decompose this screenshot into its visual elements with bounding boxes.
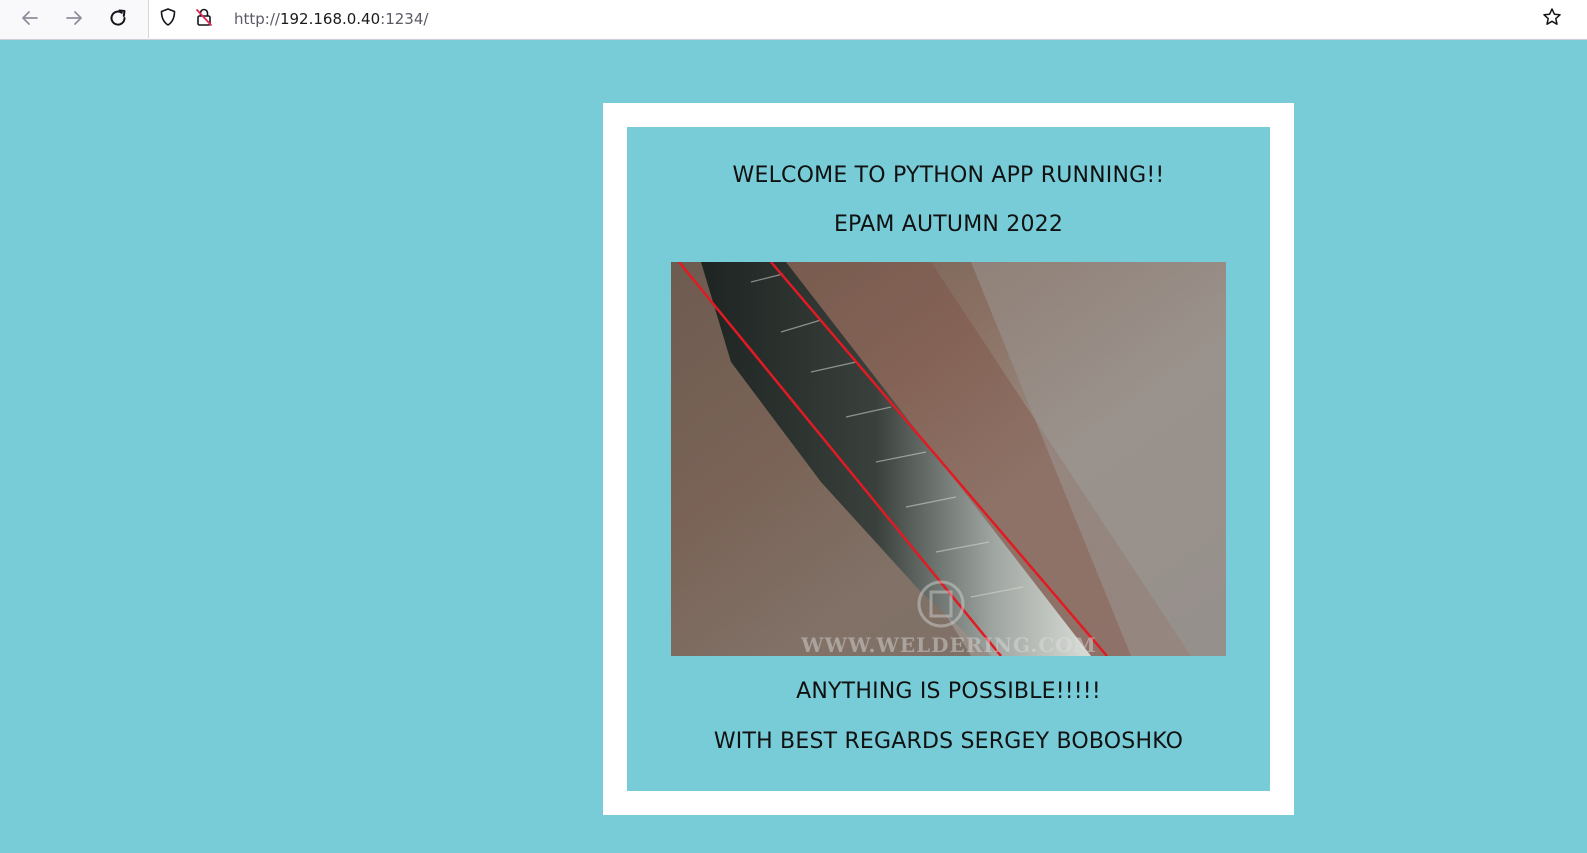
content-panel: WELCOME TO PYTHON APP RUNNING!! EPAM AUT… [627, 127, 1270, 791]
url-port: :1234/ [380, 10, 429, 28]
watermark-text: WWW.WELDERING.COM [800, 633, 1097, 656]
weld-seam-image: WWW.WELDERING.COM [671, 262, 1226, 656]
signature-text: WITH BEST REGARDS SERGEY BOBOSHKO [713, 729, 1184, 754]
connection-info-button[interactable] [193, 8, 215, 30]
url-host: 192.168.0.40 [279, 10, 381, 28]
address-bar[interactable]: http://192.168.0.40:1234/ [148, 0, 1587, 38]
shield-icon [158, 7, 178, 31]
content-card: WELCOME TO PYTHON APP RUNNING!! EPAM AUT… [603, 103, 1294, 815]
reload-icon [108, 8, 128, 32]
forward-arrow-icon [64, 8, 84, 32]
weld-seam-photo: WWW.WELDERING.COM [671, 262, 1226, 656]
star-icon [1542, 7, 1562, 31]
reload-button[interactable] [102, 4, 134, 36]
motto-text: ANYTHING IS POSSIBLE!!!!! [796, 679, 1101, 704]
welcome-heading: WELCOME TO PYTHON APP RUNNING!! [732, 163, 1165, 188]
url-scheme: http:// [234, 10, 280, 28]
event-heading: EPAM AUTUMN 2022 [833, 212, 1064, 237]
back-arrow-icon [20, 8, 40, 32]
url-input[interactable]: http://192.168.0.40:1234/ [234, 10, 428, 28]
back-button[interactable] [14, 4, 46, 36]
browser-toolbar: http://192.168.0.40:1234/ [0, 0, 1587, 40]
bookmark-button[interactable] [1541, 8, 1563, 30]
forward-button[interactable] [58, 4, 90, 36]
insecure-lock-icon [194, 7, 214, 31]
tracking-protection-button[interactable] [157, 8, 179, 30]
